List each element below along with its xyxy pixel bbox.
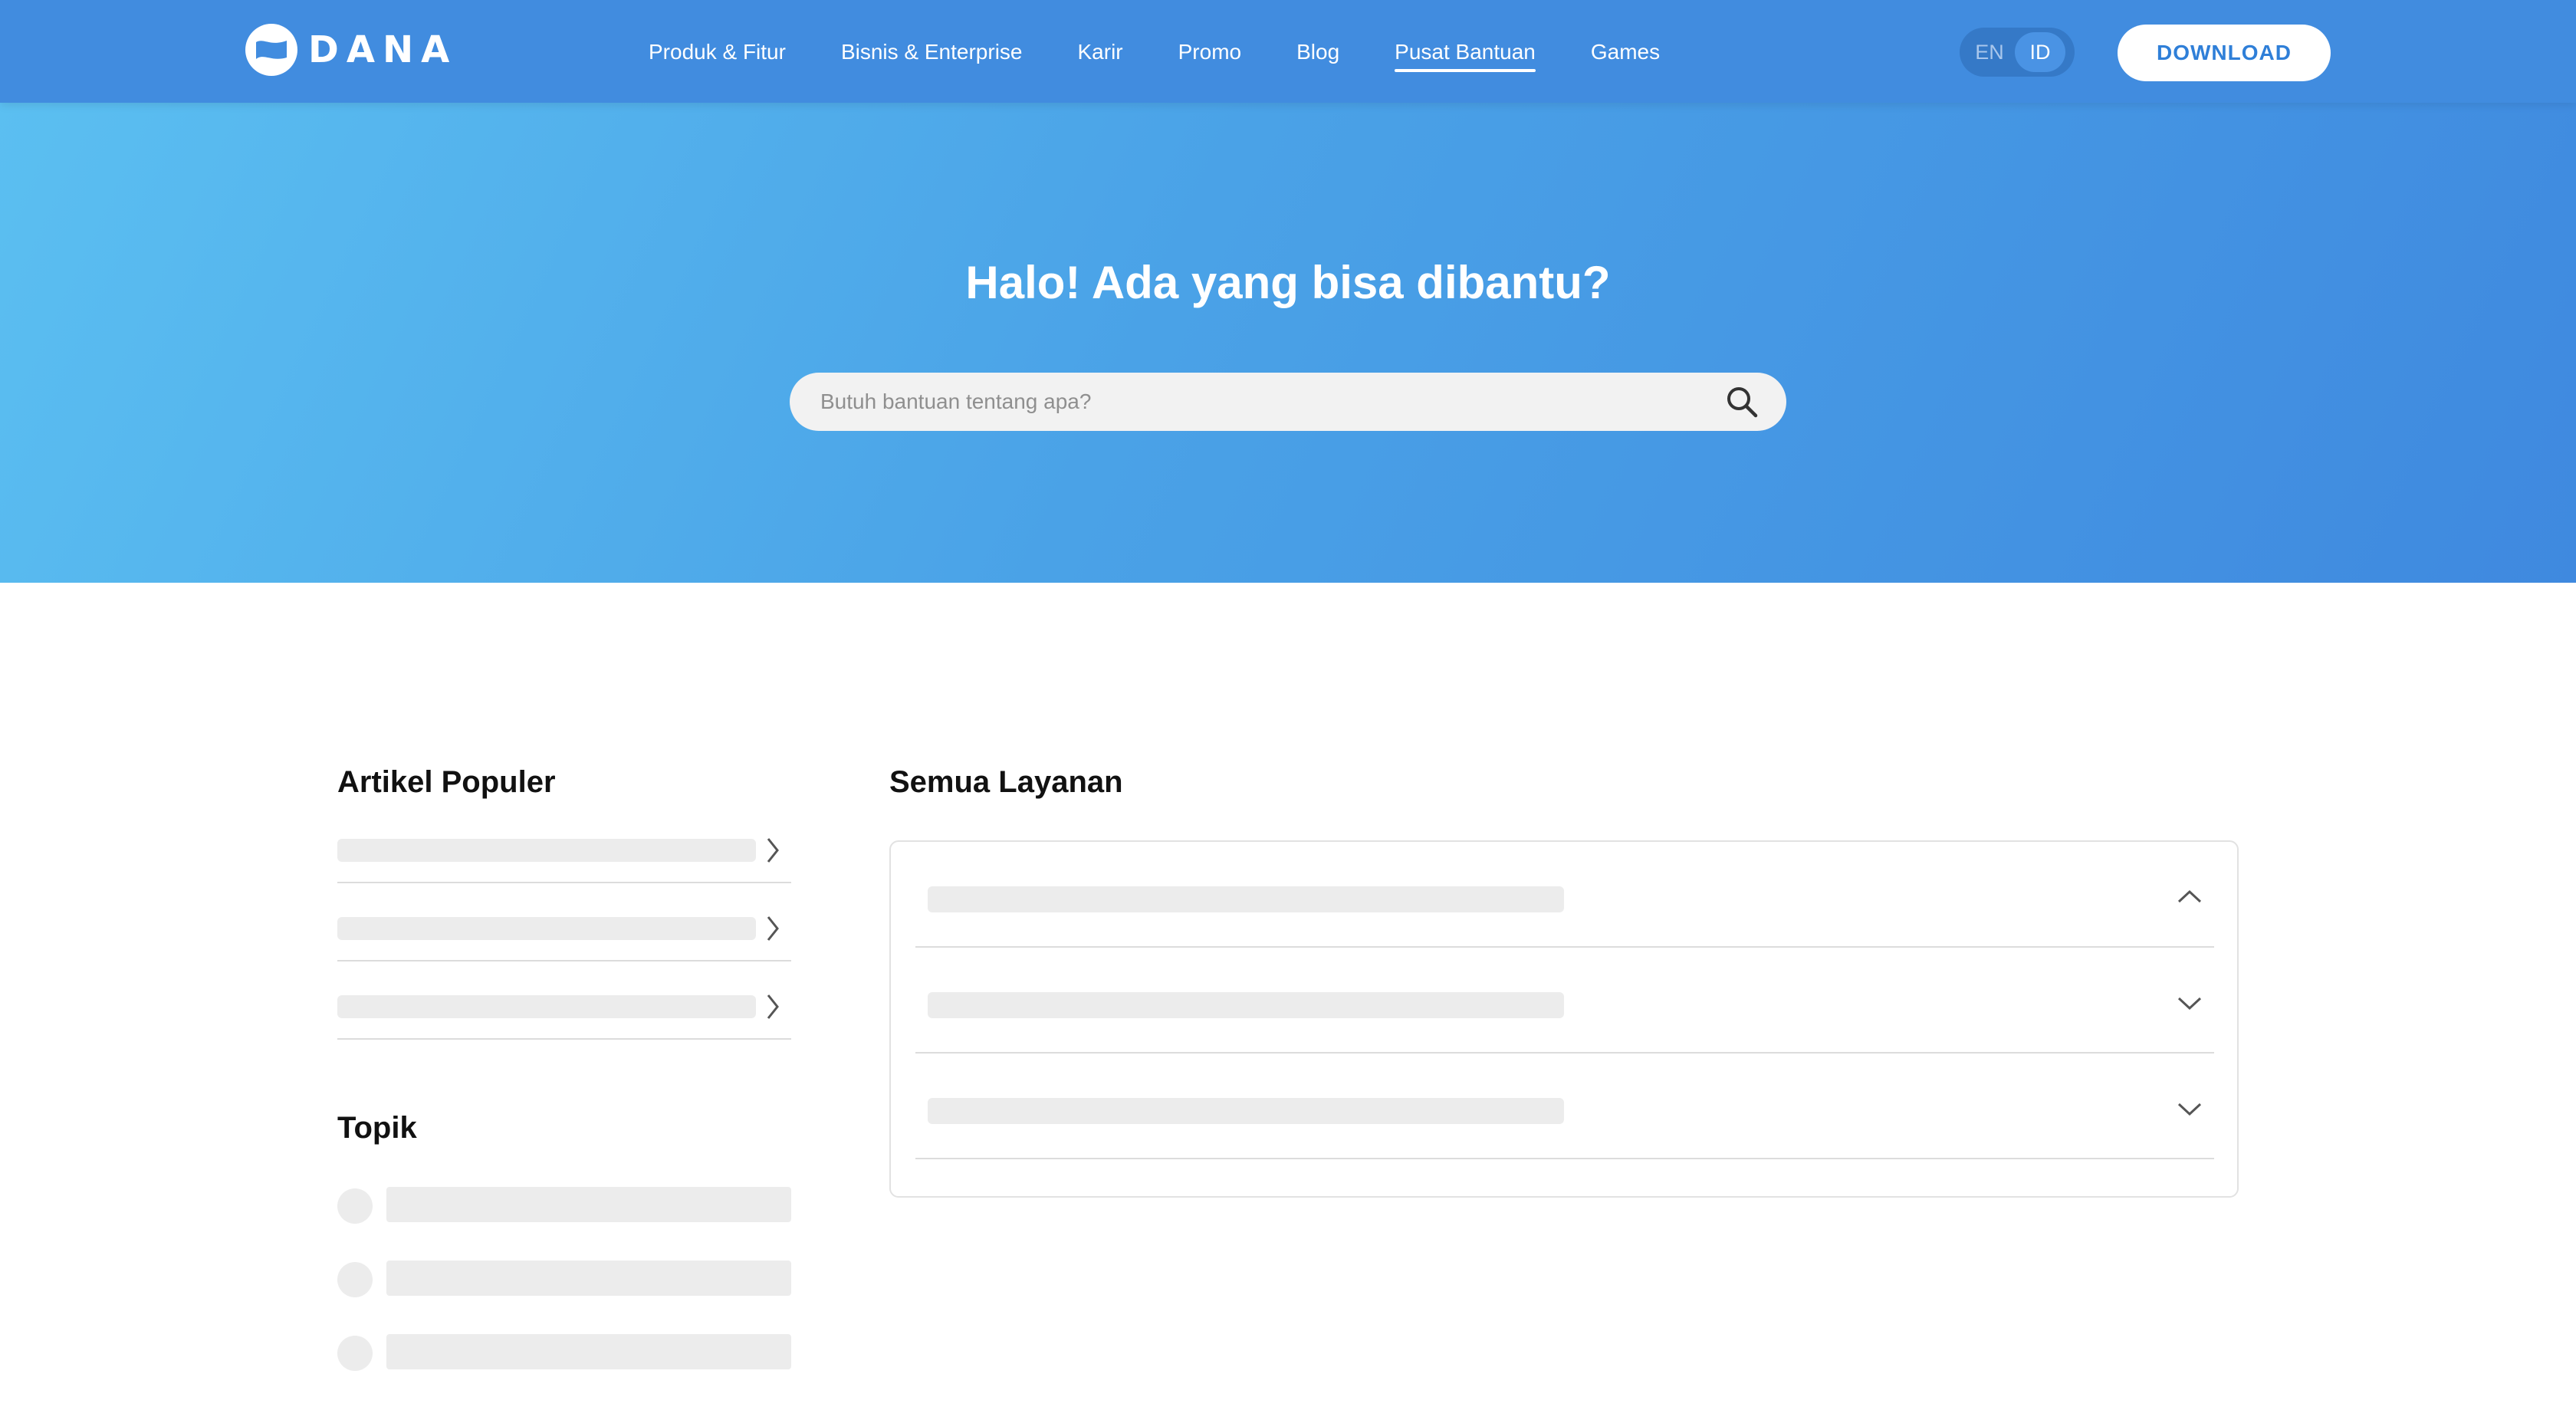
topic-icon-placeholder [337,1188,373,1224]
accordion-item-expanded[interactable] [915,842,2214,948]
topic-item[interactable] [337,1334,791,1371]
logo-text: DANA [308,28,458,71]
all-services-title: Semua Layanan [889,765,1123,799]
accordion-item[interactable] [915,1053,2214,1159]
skeleton-placeholder [928,886,1564,912]
topic-item[interactable] [337,1187,791,1224]
skeleton-placeholder [386,1334,791,1369]
skeleton-placeholder [386,1261,791,1296]
services-accordion [889,840,2239,1198]
popular-articles-title: Artikel Populer [337,765,556,799]
chevron-right-icon [767,838,779,863]
main-nav: Produk & Fitur Bisnis & Enterprise Karir… [649,37,1715,72]
lang-id-option[interactable]: ID [2015,32,2065,72]
dana-logo-icon [245,24,297,76]
search-icon[interactable] [1720,380,1763,423]
skeleton-placeholder [928,1098,1564,1124]
topic-item[interactable] [337,1261,791,1297]
nav-karir[interactable]: Karir [1078,37,1123,67]
chevron-up-icon [2177,889,2202,903]
dana-logo[interactable]: DANA [245,23,457,77]
top-navbar: DANA Produk & Fitur Bisnis & Enterprise … [0,0,2576,103]
topic-icon-placeholder [337,1262,373,1297]
skeleton-placeholder [337,995,756,1018]
lang-en-option[interactable]: EN [1964,32,2015,72]
hero-title: Halo! Ada yang bisa dibantu? [965,257,1611,308]
topics-title: Topik [337,1111,417,1145]
download-button[interactable]: DOWNLOAD [2118,25,2331,81]
chevron-right-icon [767,916,779,941]
popular-article-item[interactable] [337,883,791,961]
nav-blog[interactable]: Blog [1296,37,1339,67]
skeleton-placeholder [337,839,756,862]
nav-games[interactable]: Games [1591,37,1660,67]
popular-article-item[interactable] [337,961,791,1040]
chevron-down-icon [2177,1103,2202,1116]
language-toggle: EN ID [1960,28,2075,77]
nav-produk-fitur[interactable]: Produk & Fitur [649,37,786,67]
hero-banner: Halo! Ada yang bisa dibantu? [0,103,2576,583]
chevron-right-icon [767,994,779,1019]
search-input[interactable] [790,373,1720,431]
nav-promo[interactable]: Promo [1178,37,1241,67]
accordion-item[interactable] [915,948,2214,1053]
search-bar [790,373,1786,431]
nav-pusat-bantuan[interactable]: Pusat Bantuan [1395,37,1536,72]
nav-bisnis-enterprise[interactable]: Bisnis & Enterprise [841,37,1023,67]
topic-icon-placeholder [337,1336,373,1371]
skeleton-placeholder [928,992,1564,1018]
popular-article-item[interactable] [337,805,791,883]
skeleton-placeholder [337,917,756,940]
skeleton-placeholder [386,1187,791,1222]
chevron-down-icon [2177,997,2202,1011]
